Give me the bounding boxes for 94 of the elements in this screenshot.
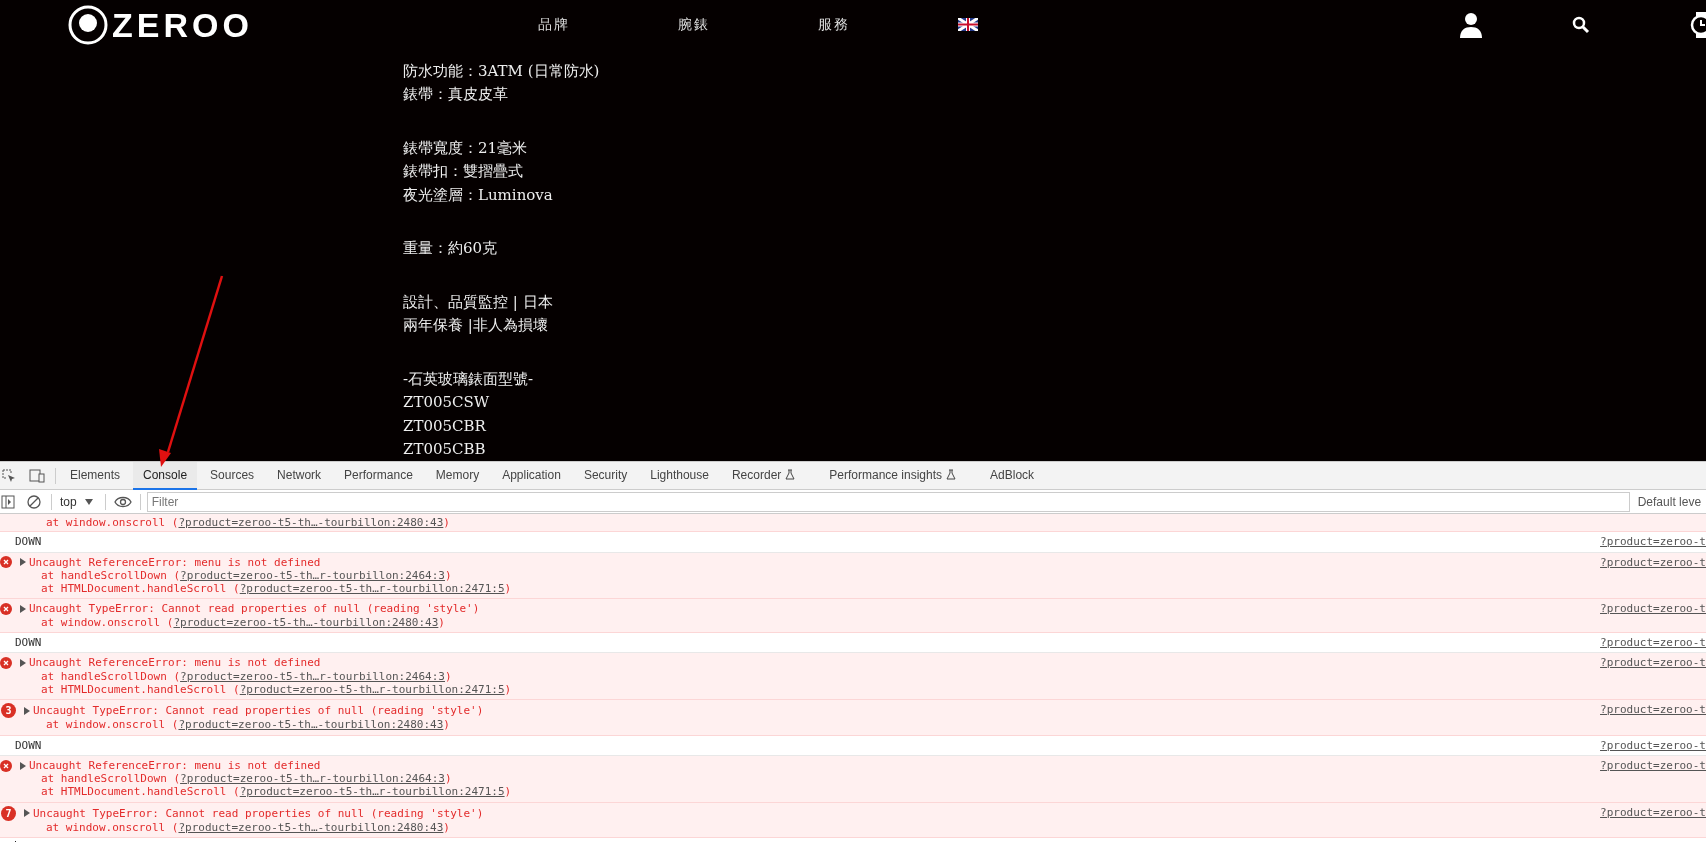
stack-line: at handleScrollDown (?product=zeroo-t5-th…r-tourbillon:2464:3) — [40, 669, 453, 683]
spec-line: 兩年保養 |非人為損壞 — [403, 315, 549, 337]
error-message: Uncaught TypeError: Cannot read properties of null (reading 'style') — [33, 704, 484, 718]
caret-right-icon[interactable] — [19, 558, 27, 567]
source-link[interactable]: ?product=zeroo-t5-th…-tourbillon:2480:43 — [178, 516, 444, 529]
stack-line: at HTMLDocument.handleScroll (?product=zeroo-t5-th…r-tourbillon:2471:5) — [40, 682, 513, 697]
spec-line: 錶帶扣：雙摺疊式 — [403, 161, 524, 183]
spec-line: 夜光塗層：Luminova — [403, 184, 554, 206]
stack-line: at window.onscroll (?product=zeroo-t5-th…-tourbillon:2480:43) — [46, 516, 451, 530]
devtools-tab[interactable]: Performance — [334, 461, 423, 490]
spec-line: 防水功能：3ATM (日常防水) — [403, 60, 601, 82]
source-link[interactable]: ?product=zeroo-t — [1600, 555, 1706, 569]
repeat-count-badge: 7 — [1, 805, 16, 821]
nav-link[interactable]: 品牌 — [538, 14, 678, 36]
source-link[interactable]: ?product=zeroo-t5-th…r-tourbillon:2471:5 — [239, 582, 505, 596]
stack-line: at HTMLDocument.handleScroll (?product=zeroo-t5-th…r-tourbillon:2471:5) — [40, 785, 513, 799]
caret-right-icon[interactable] — [19, 659, 27, 667]
devtools-tab[interactable]: AdBlock — [980, 461, 1045, 490]
source-link[interactable]: ?product=zeroo-t5-th…r-tourbillon:2471:5 — [239, 785, 505, 799]
stack-line: at handleScrollDown (?product=zeroo-t5-th…r-tourbillon:2464:3) — [40, 772, 453, 786]
search-icon[interactable] — [1572, 15, 1590, 34]
spec-line: 錶帶：真皮皮革 — [403, 84, 509, 106]
source-link[interactable]: ?product=zeroo-t — [1600, 636, 1706, 650]
stack-line: at window.onscroll (?product=zeroo-t5-th…-tourbillon:2480:43) — [40, 615, 446, 630]
source-link[interactable]: ?product=zeroo-t5-th…-tourbillon:2480:43 — [178, 718, 444, 732]
source-link[interactable]: ?product=zeroo-t5-th…r-tourbillon:2464:3 — [180, 669, 445, 683]
source-link[interactable]: ?product=zeroo-t5-th…-tourbillon:2480:43 — [173, 615, 439, 629]
source-link[interactable]: ?product=zeroo-t5-th…-tourbillon:2480:43 — [178, 820, 444, 834]
source-link[interactable]: ?product=zeroo-t — [1600, 805, 1706, 820]
stack-line: at handleScrollDown (?product=zeroo-t5-th…r-tourbillon:2464:3) — [40, 568, 453, 583]
error-message: Uncaught ReferenceError: menu is not defined — [29, 555, 321, 569]
inspect-element-icon[interactable] — [2, 468, 16, 483]
union-jack-flag-icon[interactable] — [958, 18, 978, 32]
error-message: Uncaught ReferenceError: menu is not defined — [29, 656, 321, 670]
spec-line: ZT005CBB — [403, 439, 487, 461]
stack-line: at window.onscroll (?product=zeroo-t5-th…-tourbillon:2480:43) — [45, 718, 451, 732]
flask-icon — [946, 469, 957, 480]
stack-line: at HTMLDocument.handleScroll (?product=zeroo-t5-th…r-tourbillon:2471:5) — [40, 582, 513, 596]
eye-icon[interactable] — [113, 495, 132, 508]
devtools-tab[interactable]: Security — [573, 461, 638, 490]
flask-icon — [785, 469, 796, 480]
user-icon[interactable] — [1459, 11, 1483, 38]
devtools-tab[interactable]: Sources — [200, 461, 265, 490]
filter-field[interactable]: Filter — [146, 491, 1630, 512]
error-icon — [0, 556, 12, 569]
caret-right-icon[interactable] — [19, 761, 27, 770]
watch-icon[interactable] — [1690, 11, 1706, 38]
source-link[interactable]: ?product=zeroo-t — [1600, 535, 1706, 549]
log-text: DOWN — [15, 535, 42, 549]
brand-logo[interactable]: ZEROO — [112, 7, 253, 42]
error-icon — [0, 759, 12, 772]
nav-link[interactable]: 腕錶 — [678, 14, 818, 36]
devtools-tab[interactable]: Recorder — [721, 461, 806, 490]
error-message: Uncaught TypeError: Cannot read properties of null (reading 'style') — [29, 602, 480, 616]
log-text: DOWN — [15, 636, 42, 650]
devtools-tab[interactable]: Console — [133, 461, 198, 490]
devtools-tab[interactable]: Application — [492, 461, 571, 490]
devtools-tab[interactable]: Performance insights — [819, 461, 967, 490]
caret-right-icon[interactable] — [23, 809, 31, 818]
source-link[interactable]: ?product=zeroo-t — [1600, 656, 1706, 670]
spec-line: ZT005CSW — [403, 392, 491, 414]
clear-console-icon[interactable] — [27, 494, 41, 509]
source-link[interactable]: ?product=zeroo-t5-th…r-tourbillon:2471:5 — [239, 682, 505, 696]
error-icon — [0, 657, 12, 669]
nav-link[interactable]: 服務 — [818, 14, 958, 36]
error-message: Uncaught ReferenceError: menu is not defined — [29, 758, 321, 773]
error-icon — [0, 603, 12, 616]
devtools-tab[interactable]: Memory — [425, 461, 490, 490]
spec-line: 設計、品質監控 | 日本 — [403, 291, 554, 313]
devtools-tab[interactable]: Network — [267, 461, 332, 490]
log-text: DOWN — [15, 738, 42, 752]
device-toggle-icon[interactable] — [29, 468, 45, 483]
sidebar-toggle-icon[interactable] — [1, 494, 15, 509]
error-message: Uncaught TypeError: Cannot read properties of null (reading 'style') — [33, 806, 484, 820]
repeat-count-badge: 3 — [1, 703, 16, 719]
stack-line: at window.onscroll (?product=zeroo-t5-th…-tourbillon:2480:43) — [45, 820, 451, 835]
context-dropdown[interactable]: top — [60, 492, 93, 511]
devtools-tab[interactable]: Lighthouse — [640, 461, 719, 490]
source-link[interactable]: ?product=zeroo-t — [1600, 758, 1706, 773]
source-link[interactable]: ?product=zeroo-t — [1600, 703, 1706, 717]
devtools-tab[interactable]: Elements — [60, 461, 131, 490]
eye-logo-icon[interactable] — [68, 4, 108, 45]
source-link[interactable]: ?product=zeroo-t5-th…r-tourbillon:2464:3 — [180, 772, 445, 786]
log-levels-dropdown[interactable]: Default leve — [1637, 492, 1702, 511]
source-link[interactable]: ?product=zeroo-t5-th…r-tourbillon:2464:3 — [180, 568, 445, 582]
spec-line: -石英玻璃錶面型號- — [403, 368, 535, 390]
caret-down-icon — [84, 498, 93, 505]
source-link[interactable]: ?product=zeroo-t — [1600, 602, 1706, 616]
caret-right-icon[interactable] — [19, 605, 27, 614]
spec-line: 重量：約60克 — [403, 238, 499, 260]
caret-right-icon[interactable] — [23, 706, 31, 715]
spec-line: ZT005CBR — [403, 415, 487, 437]
source-link[interactable]: ?product=zeroo-t — [1600, 738, 1706, 752]
spec-line: 錶帶寬度：21毫米 — [403, 137, 529, 159]
